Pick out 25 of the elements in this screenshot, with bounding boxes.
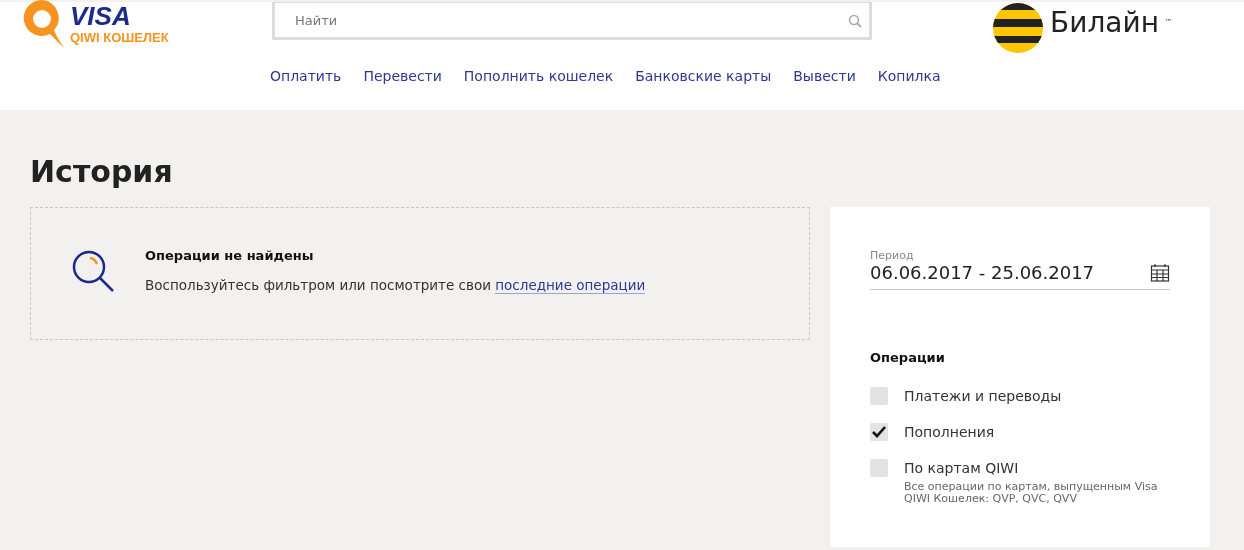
empty-title: Операции не найдены [145,248,314,263]
checkbox[interactable] [870,423,888,441]
nav-link[interactable]: Пополнить кошелек [463,68,614,84]
checkbox-label[interactable]: Платежи и переводы [904,387,1062,405]
search-icon [848,14,862,28]
logo-visa-text: VISA [70,2,132,30]
empty-message: Воспользуйтесь фильтром или посмотрите свои последние операции [145,277,646,293]
calendar-icon[interactable] [1150,262,1170,283]
option-hint: Все операции по картам, выпущенным Visa QIWI Кошелек: QVP, QVC, QVV [904,481,1159,505]
partner-name: Билайн [1050,6,1159,40]
nav-link[interactable]: Оплатить [270,68,342,84]
checkbox[interactable] [870,459,888,477]
nav-link[interactable]: Банковские карты [635,68,772,84]
nav-link[interactable]: Перевести [363,68,442,84]
operations-heading: Операции [870,350,945,365]
period-field[interactable]: Период 06.06.2017 - 25.06.2017 [870,249,1170,290]
checkbox[interactable] [870,387,888,405]
recent-operations-link[interactable]: последние операции [495,277,646,294]
page-title: История [30,154,173,189]
nav-link[interactable]: Копилка [877,68,941,84]
nav-link[interactable]: Вывести [793,68,856,84]
logo-wallet-text: QIWI КОШЕЛЕК [70,30,169,46]
checkbox-label[interactable]: По картам QIWI [904,459,1019,477]
search-field[interactable]: Найти [272,2,872,40]
checkbox-label[interactable]: Пополнения [904,423,995,441]
